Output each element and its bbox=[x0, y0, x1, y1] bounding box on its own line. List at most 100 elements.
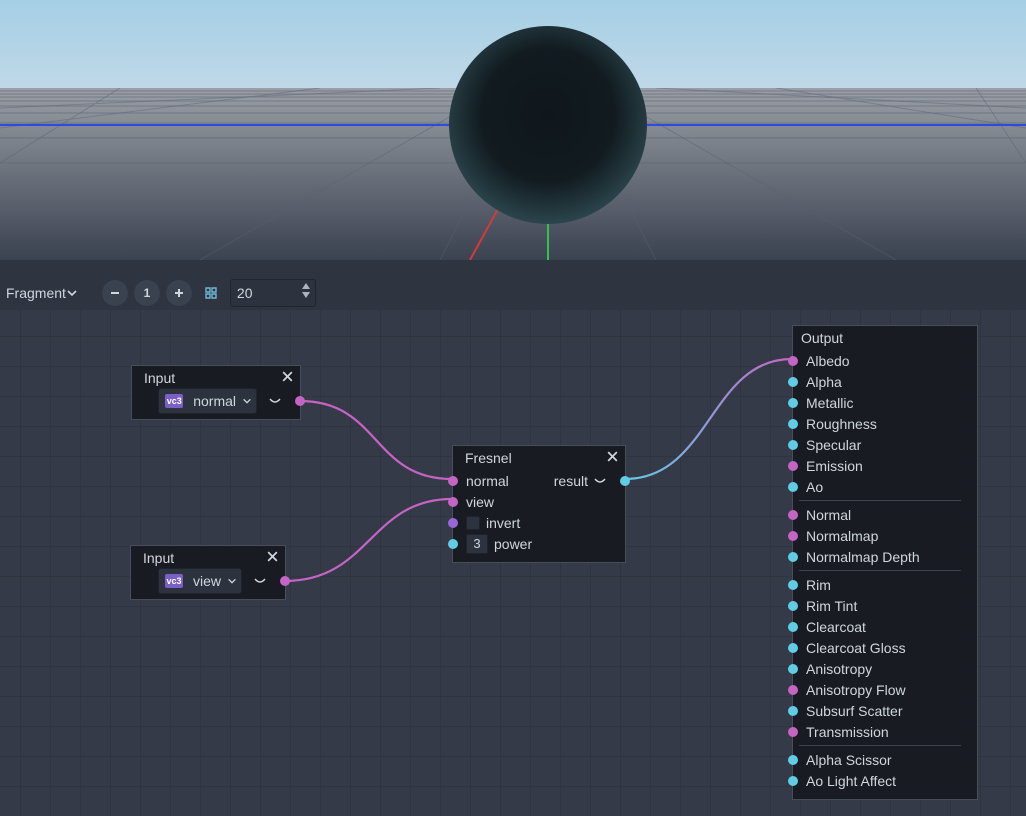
input-port[interactable] bbox=[788, 755, 798, 765]
output-port-row: Emission bbox=[793, 455, 967, 476]
input-port[interactable] bbox=[788, 643, 798, 653]
node-close-button[interactable] bbox=[281, 370, 294, 386]
port-label: Clearcoat Gloss bbox=[806, 640, 906, 656]
port-label: Rim Tint bbox=[806, 598, 857, 614]
output-port-row: Normal bbox=[793, 504, 967, 525]
grid-snap-icon bbox=[203, 285, 219, 301]
output-port-row: Clearcoat Gloss bbox=[793, 637, 967, 658]
output-port[interactable] bbox=[295, 396, 305, 406]
port-label: Alpha bbox=[806, 374, 842, 390]
input-variable-dropdown[interactable]: vc3 normal bbox=[158, 388, 257, 414]
input-variable-value: view bbox=[193, 573, 221, 589]
port-label: Transmission bbox=[806, 724, 889, 740]
input-port-view[interactable] bbox=[448, 497, 458, 507]
port-label: invert bbox=[486, 515, 520, 531]
node-input-view[interactable]: Input vc3 view bbox=[130, 545, 286, 600]
zoom-out-button[interactable] bbox=[102, 280, 128, 306]
input-port[interactable] bbox=[788, 776, 798, 786]
port-label: Metallic bbox=[806, 395, 853, 411]
chevron-down-icon bbox=[227, 576, 237, 586]
port-label: power bbox=[494, 536, 532, 552]
port-label: Ao bbox=[806, 479, 823, 495]
input-port[interactable] bbox=[788, 356, 798, 366]
output-port-row: Albedo bbox=[793, 350, 967, 371]
port-label: Emission bbox=[806, 458, 863, 474]
input-variable-dropdown[interactable]: vc3 view bbox=[158, 568, 242, 594]
output-port-row: Metallic bbox=[793, 392, 967, 413]
input-port[interactable] bbox=[788, 398, 798, 408]
zoom-in-button[interactable] bbox=[166, 280, 192, 306]
port-label: Normalmap Depth bbox=[806, 549, 920, 565]
port-label: Rim bbox=[806, 577, 831, 593]
input-port[interactable] bbox=[788, 601, 798, 611]
port-expand-icon[interactable] bbox=[594, 475, 606, 487]
input-port[interactable] bbox=[788, 461, 798, 471]
zoom-reset-button[interactable]: 1 bbox=[134, 280, 160, 306]
output-port-row: Anisotropy bbox=[793, 658, 967, 679]
input-port[interactable] bbox=[788, 482, 798, 492]
port-expand-icon[interactable] bbox=[269, 395, 281, 407]
output-port-row: Normalmap bbox=[793, 525, 967, 546]
output-port-row: Alpha Scissor bbox=[793, 749, 967, 770]
shader-type-label: Fragment bbox=[6, 285, 66, 301]
output-port-row: Specular bbox=[793, 434, 967, 455]
invert-checkbox[interactable] bbox=[466, 516, 480, 530]
input-port[interactable] bbox=[788, 510, 798, 520]
vec3-chip-icon: vc3 bbox=[165, 394, 183, 408]
port-label: Alpha Scissor bbox=[806, 752, 892, 768]
power-field[interactable]: 3 bbox=[466, 534, 488, 554]
input-port[interactable] bbox=[788, 622, 798, 632]
minus-icon bbox=[109, 287, 121, 299]
input-port[interactable] bbox=[788, 440, 798, 450]
output-port-row: Normalmap Depth bbox=[793, 546, 967, 567]
input-port[interactable] bbox=[788, 685, 798, 695]
node-close-button[interactable] bbox=[606, 450, 619, 466]
output-port-row: Alpha bbox=[793, 371, 967, 392]
input-port[interactable] bbox=[788, 552, 798, 562]
output-port-result[interactable] bbox=[620, 476, 630, 486]
node-output[interactable]: Output Albedo Alpha Metallic Roughness Specu… bbox=[792, 325, 978, 800]
separator bbox=[799, 570, 961, 571]
port-label: Roughness bbox=[806, 416, 877, 432]
input-port-normal[interactable] bbox=[448, 476, 458, 486]
port-label: view bbox=[466, 494, 494, 510]
output-port-row: Clearcoat bbox=[793, 616, 967, 637]
node-input-normal[interactable]: Input vc3 normal bbox=[131, 365, 301, 420]
spinner-arrows-icon[interactable] bbox=[301, 282, 311, 299]
separator bbox=[799, 500, 961, 501]
node-title: Input bbox=[143, 550, 174, 566]
node-fresnel[interactable]: Fresnel normal result view invert 3 bbox=[452, 445, 626, 563]
shader-type-dropdown[interactable]: Fragment bbox=[0, 280, 84, 306]
port-label: Normal bbox=[806, 507, 851, 523]
plus-icon bbox=[173, 287, 185, 299]
close-icon bbox=[606, 450, 619, 463]
output-port[interactable] bbox=[280, 576, 290, 586]
port-label: Specular bbox=[806, 437, 861, 453]
graph-toolbar: Fragment 1 20 bbox=[0, 276, 1026, 310]
port-label: Anisotropy Flow bbox=[806, 682, 906, 698]
output-port-row: Ao Light Affect bbox=[793, 770, 967, 791]
input-port[interactable] bbox=[788, 419, 798, 429]
node-close-button[interactable] bbox=[266, 550, 279, 566]
port-label: result bbox=[554, 473, 588, 489]
input-port[interactable] bbox=[788, 664, 798, 674]
input-port[interactable] bbox=[788, 706, 798, 716]
node-graph[interactable]: Input vc3 normal Input v bbox=[0, 310, 1026, 816]
input-variable-value: normal bbox=[193, 393, 236, 409]
node-title: Output bbox=[801, 330, 843, 346]
input-port[interactable] bbox=[788, 377, 798, 387]
port-expand-icon[interactable] bbox=[254, 575, 266, 587]
viewport-3d[interactable] bbox=[0, 0, 1026, 260]
input-port[interactable] bbox=[788, 531, 798, 541]
input-port-power[interactable] bbox=[448, 539, 458, 549]
input-port[interactable] bbox=[788, 580, 798, 590]
port-label: Ao Light Affect bbox=[806, 773, 896, 789]
snap-toggle-button[interactable] bbox=[198, 280, 224, 306]
grid-step-value: 20 bbox=[237, 285, 253, 301]
vec3-chip-icon: vc3 bbox=[165, 574, 183, 588]
grid-step-field[interactable]: 20 bbox=[230, 279, 316, 307]
output-port-row: Transmission bbox=[793, 721, 967, 742]
input-port[interactable] bbox=[788, 727, 798, 737]
input-port-invert[interactable] bbox=[448, 518, 458, 528]
preview-sphere bbox=[449, 26, 647, 224]
